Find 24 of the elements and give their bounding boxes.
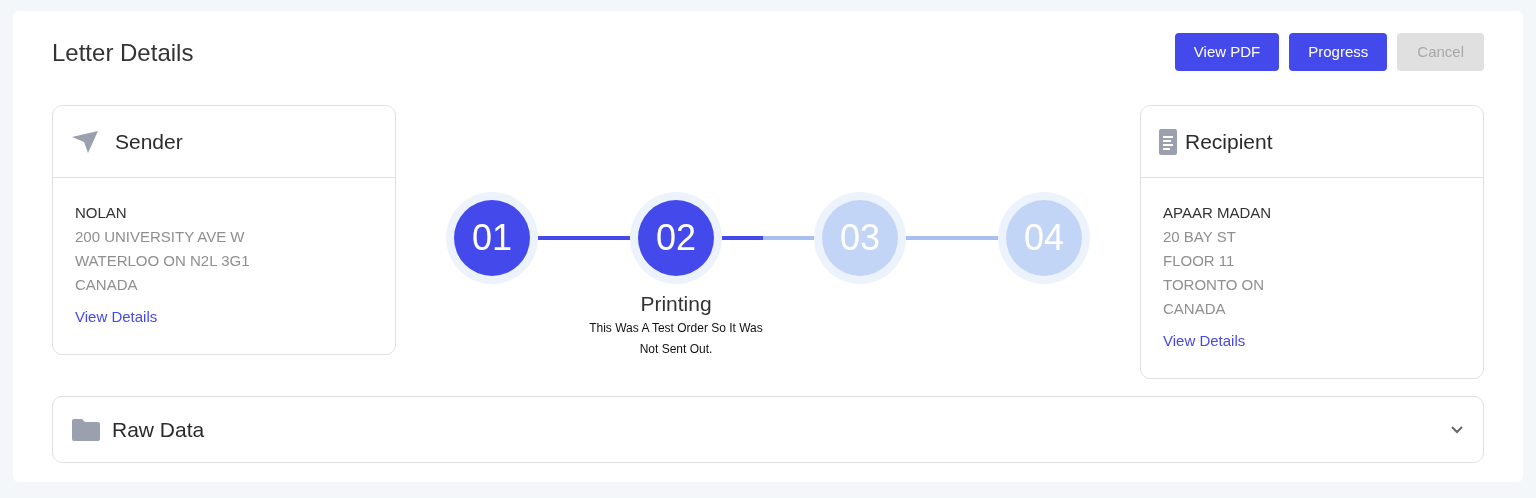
chevron-icon[interactable] (1450, 425, 1464, 434)
view-details-link[interactable]: View Details (75, 305, 158, 329)
raw-data-panel[interactable]: Raw Data (52, 396, 1484, 463)
receipt-icon (1159, 128, 1177, 155)
step-label: Printing (640, 291, 712, 317)
address-name: NOLAN (75, 203, 128, 223)
address-line: CANADA (75, 275, 139, 295)
address-name: APAAR MADAN (1163, 203, 1273, 223)
step-description: This Was A Test Order So It Was Not Sent Out. (588, 320, 764, 358)
paper-plane-icon (71, 129, 99, 154)
card-heading: Sender (115, 128, 183, 155)
address-line: 20 BAY ST (1163, 227, 1237, 247)
action-button[interactable]: Progress (1289, 33, 1388, 71)
card-heading: Recipient (1185, 128, 1273, 155)
folder-icon (72, 418, 100, 441)
address-line: FLOOR 11 (1163, 251, 1236, 271)
address-line: 200 UNIVERSITY AVE W (75, 227, 246, 247)
page-title: Letter Details (52, 38, 194, 68)
panel-title: Raw Data (112, 416, 206, 443)
address-line: TORONTO ON (1163, 275, 1266, 295)
address-line: WATERLOO ON N2L 3G1 (75, 251, 251, 271)
address-line: CANADA (1163, 299, 1227, 319)
view-details-link[interactable]: View Details (1163, 329, 1246, 353)
action-button[interactable]: View PDF (1174, 33, 1280, 71)
